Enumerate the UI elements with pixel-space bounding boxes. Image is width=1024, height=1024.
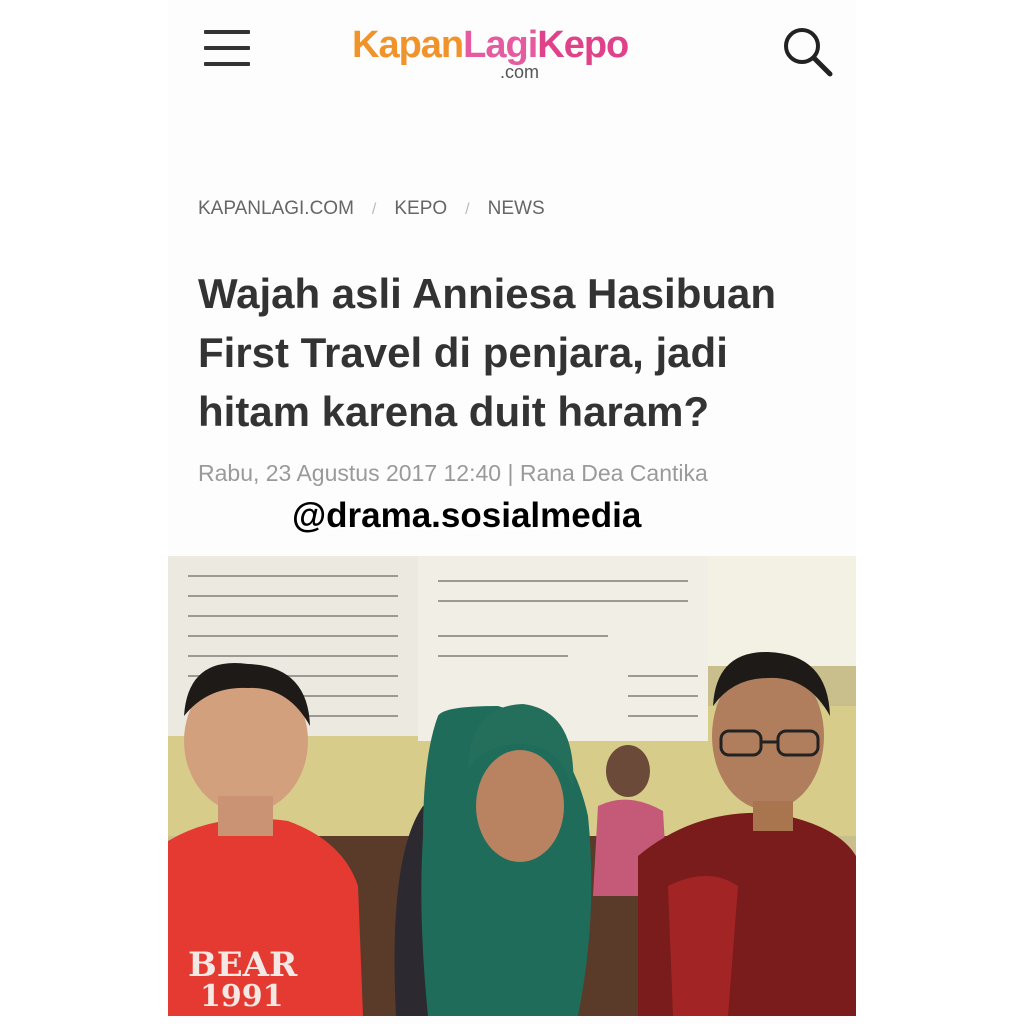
hamburger-menu-icon[interactable] <box>200 28 252 70</box>
breadcrumb: KAPANLAGI.COM / KEPO / NEWS <box>198 198 545 220</box>
breadcrumb-separator: / <box>371 201 377 218</box>
watermark-text: @drama.sosialmedia <box>292 496 642 535</box>
search-icon[interactable] <box>780 24 836 80</box>
article-photo: BEAR 1991 <box>168 556 856 1016</box>
logo-suffix: .com <box>500 62 540 82</box>
breadcrumb-separator: / <box>465 201 470 218</box>
breadcrumb-item-news[interactable]: NEWS <box>488 198 545 219</box>
site-logo[interactable]: KapanLagiKepo .com <box>352 24 682 88</box>
logo-wordmark: KapanLagiKepo <box>352 24 629 66</box>
breadcrumb-item-kapanlagi[interactable]: KAPANLAGI.COM <box>198 198 354 219</box>
article-meta: Rabu, 23 Agustus 2017 12:40 | Rana Dea C… <box>198 460 708 486</box>
shirt-text-bottom: 1991 <box>200 979 284 1014</box>
article-title: Wajah asli Anniesa Hasibuan First Travel… <box>198 270 777 435</box>
breadcrumb-item-kepo[interactable]: KEPO <box>394 198 447 219</box>
